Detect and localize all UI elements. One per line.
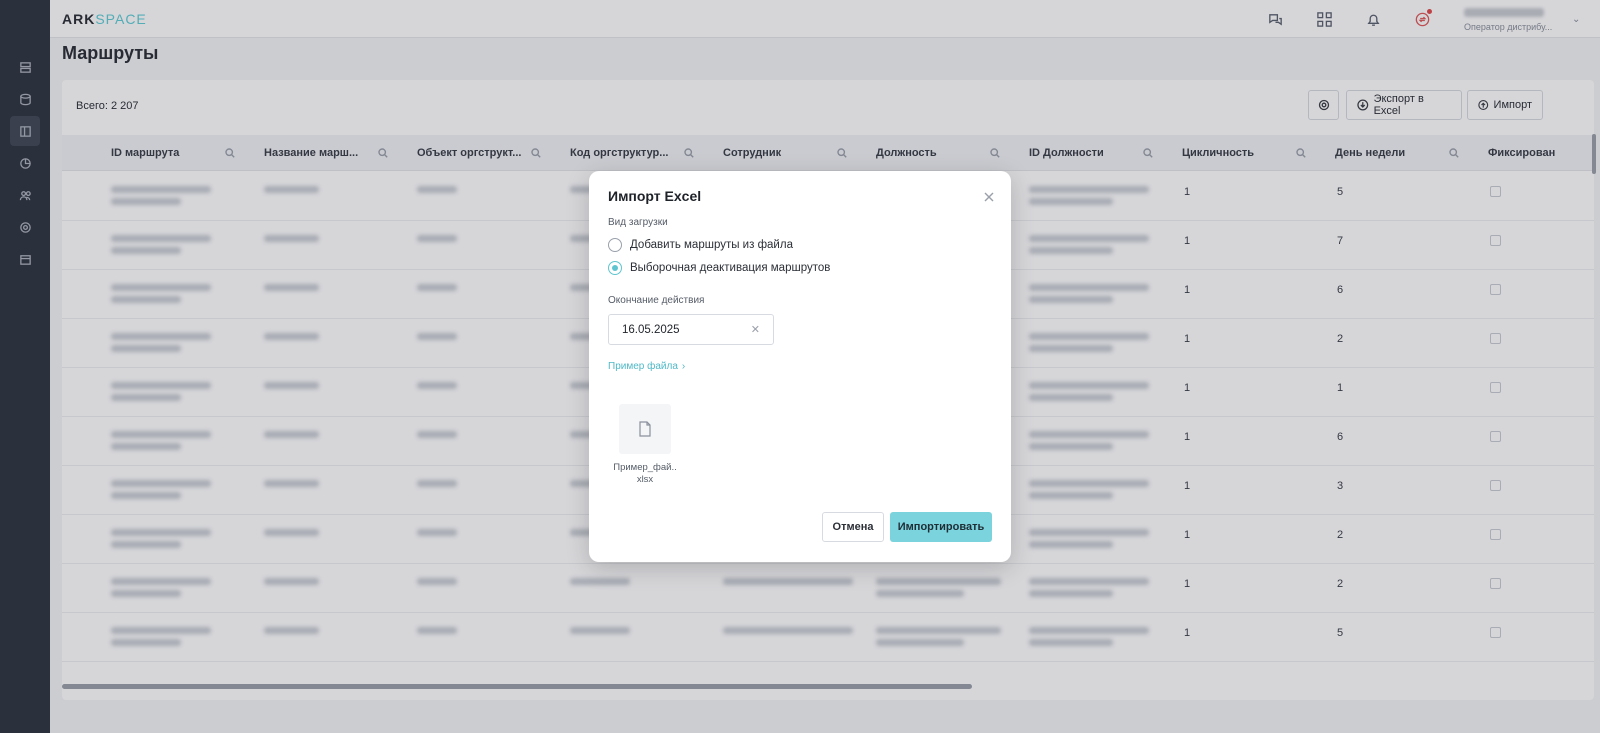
sample-file-tile[interactable] (619, 404, 671, 454)
clear-icon[interactable]: ✕ (751, 323, 760, 336)
modal-title: Импорт Excel (608, 188, 702, 204)
sample-file-link[interactable]: Пример файла › (608, 361, 685, 372)
load-type-label: Вид загрузки (608, 217, 668, 228)
file-icon (639, 421, 651, 437)
end-date-input[interactable]: 16.05.2025 ✕ (608, 314, 774, 345)
radio-circle (608, 238, 622, 252)
import-confirm-button[interactable]: Импортировать (890, 512, 992, 542)
import-excel-modal: Импорт Excel Вид загрузки Добавить маршр… (589, 171, 1011, 562)
radio-add-routes[interactable]: Добавить маршруты из файла (608, 238, 793, 252)
close-icon[interactable] (984, 189, 996, 202)
sample-file-name: Пример_фай.. xlsx (613, 462, 677, 485)
chevron-right-icon: › (681, 361, 686, 372)
cancel-button[interactable]: Отмена (822, 512, 884, 542)
radio-deactivate-routes[interactable]: Выборочная деактивация маршрутов (608, 261, 830, 275)
radio-circle (608, 261, 622, 275)
end-date-label: Окончание действия (608, 295, 705, 306)
